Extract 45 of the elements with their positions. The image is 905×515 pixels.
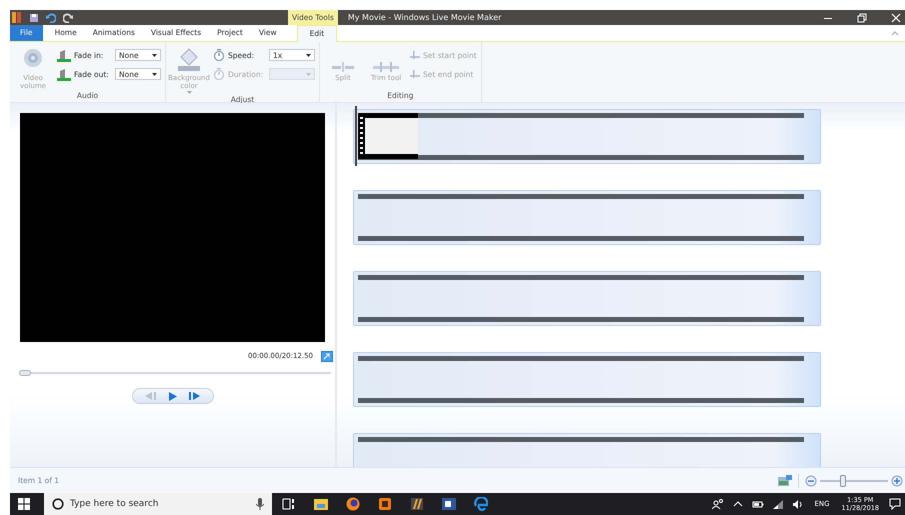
zoom-in-icon[interactable]: [891, 474, 903, 486]
storyboard-view-icon[interactable]: [778, 475, 792, 486]
slider-thumb[interactable]: [840, 474, 846, 486]
task-view-icon[interactable]: [282, 497, 296, 511]
wifi-icon[interactable]: [772, 498, 784, 510]
save-icon[interactable]: [29, 12, 39, 22]
folder-icon[interactable]: [314, 497, 328, 511]
undo-icon[interactable]: [46, 12, 56, 22]
paint-bucket-icon: [176, 48, 202, 72]
restore-icon[interactable]: [857, 12, 867, 22]
circle-icon: [52, 498, 64, 510]
microphone-icon[interactable]: [256, 498, 264, 510]
next-frame-icon[interactable]: [188, 392, 202, 400]
marker-icon: [410, 70, 420, 78]
slider-thumb[interactable]: [19, 370, 31, 376]
caret-icon: [306, 54, 311, 56]
search-box[interactable]: Type here to search: [44, 493, 272, 515]
video-clip[interactable]: [353, 109, 821, 164]
caret-icon: [152, 54, 157, 56]
caret-icon: [306, 72, 311, 76]
seek-slider[interactable]: [20, 369, 331, 377]
fader-icon: [57, 68, 71, 80]
film-frame-icon: [358, 113, 418, 159]
stopwatch-icon: [213, 49, 225, 61]
trim-icon: [373, 62, 399, 72]
search-field[interactable]: Type here to search: [70, 499, 250, 509]
play-icon[interactable]: [168, 392, 178, 400]
close-icon[interactable]: [891, 12, 901, 22]
fader-icon: [57, 48, 71, 62]
fullscreen-icon[interactable]: [321, 350, 333, 362]
app-icon: [12, 12, 22, 23]
windows-start-icon[interactable]: [18, 498, 30, 510]
video-clip[interactable]: [353, 190, 821, 245]
redo-icon[interactable]: [63, 12, 73, 22]
zoom-out-icon[interactable]: [805, 474, 817, 486]
marker-icon: [410, 51, 420, 59]
notification-icon[interactable]: [889, 498, 901, 510]
people-icon[interactable]: [712, 498, 724, 510]
video-clip[interactable]: [353, 271, 821, 326]
stopwatch-icon: [213, 68, 225, 80]
caret-icon: [152, 72, 157, 76]
window-title: My Movie - Windows Live Movie Maker: [348, 13, 502, 22]
video-clip[interactable]: [353, 352, 821, 407]
volume-icon[interactable]: [792, 498, 804, 510]
split-icon: [332, 62, 354, 72]
